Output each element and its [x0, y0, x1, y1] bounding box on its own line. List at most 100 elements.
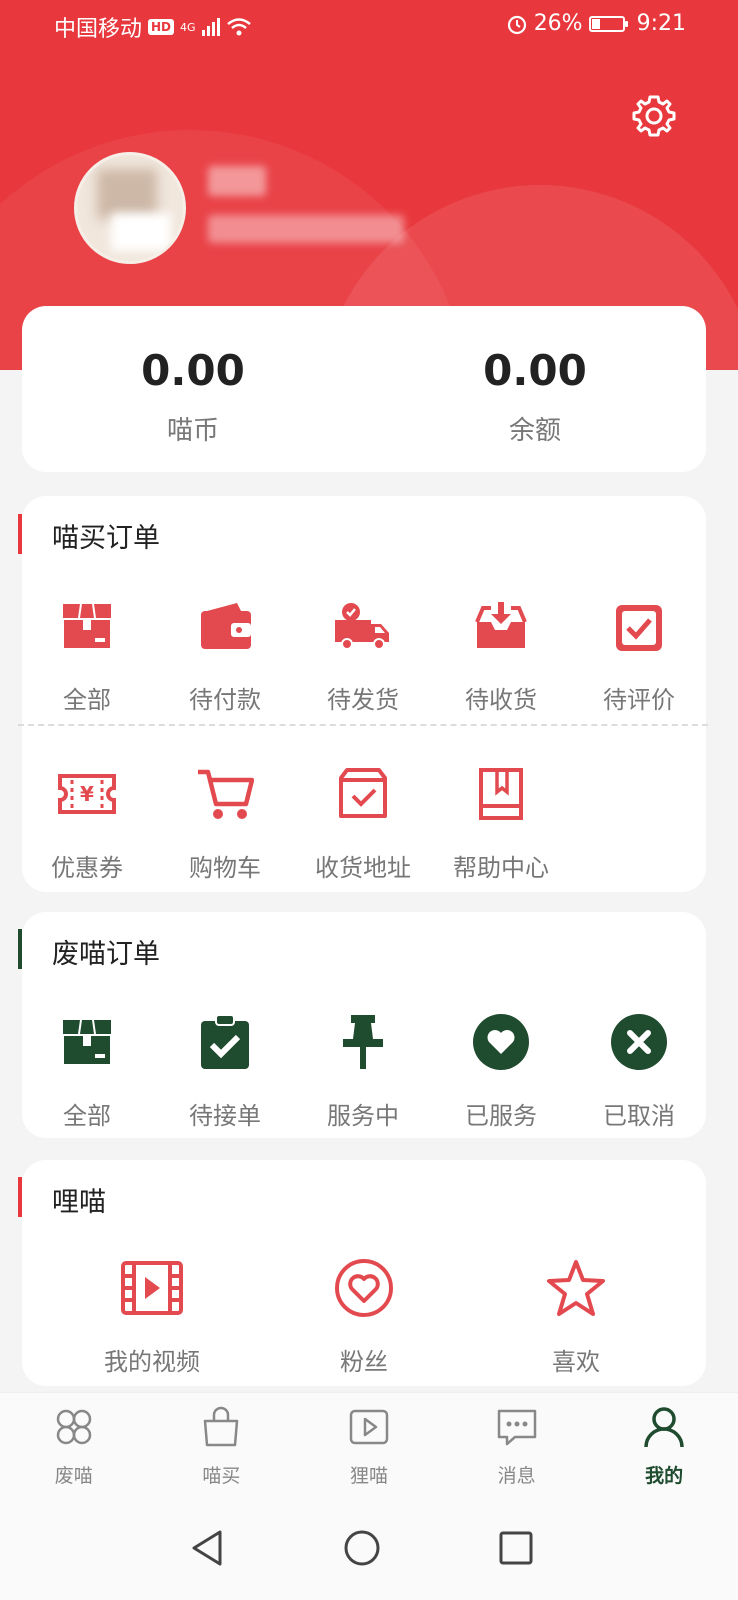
served-label: 已服务: [465, 1102, 537, 1130]
checkbox-icon: [616, 605, 662, 651]
balance-label: 余额: [508, 416, 561, 446]
heart-circle-icon: [473, 1014, 529, 1070]
cart-icon: [198, 769, 254, 819]
cancelled-label: 已取消: [603, 1102, 675, 1130]
address-button[interactable]: 收货地址: [294, 762, 432, 883]
feimiao-all-button[interactable]: 全部: [18, 1010, 156, 1131]
pending-review-button[interactable]: 待评价: [570, 594, 708, 715]
box-icon: [63, 603, 111, 648]
recents-icon[interactable]: [494, 1526, 538, 1570]
feimiao-orders-title: 废喵订单: [52, 939, 160, 970]
tab-mine[interactable]: 我的: [590, 1393, 738, 1498]
alarm-icon: [507, 15, 526, 34]
cancelled-button[interactable]: 已取消: [570, 1010, 708, 1131]
tab-messages-label: 消息: [497, 1465, 536, 1487]
help-center-button[interactable]: 帮助中心: [432, 762, 570, 883]
hd-badge: HD: [148, 19, 175, 35]
coupon-icon: ¥: [58, 774, 116, 814]
in-service-button[interactable]: 服务中: [294, 1010, 432, 1131]
pending-shipment-button[interactable]: 待发货: [294, 594, 432, 715]
video-play-icon: [349, 1409, 389, 1445]
clipboard-check-icon: [201, 1014, 249, 1069]
signal-icon: [201, 18, 220, 36]
carrier-label: 中国移动: [54, 17, 143, 42]
balance-amount[interactable]: 0.00 余额: [364, 306, 706, 472]
heart-outline-circle-icon: [335, 1259, 393, 1317]
order-all-button[interactable]: 全部: [18, 594, 156, 715]
feimiao-all-label: 全部: [63, 1102, 111, 1130]
battery-percent: 26%: [533, 11, 583, 36]
film-icon: [121, 1261, 183, 1315]
coupon-button[interactable]: ¥ 优惠券: [18, 762, 156, 883]
clover-icon: [56, 1409, 92, 1445]
section-accent-bar: [18, 514, 22, 554]
pending-payment-label: 待付款: [189, 686, 261, 714]
network-type: 4G: [180, 20, 196, 34]
miao-coin-balance[interactable]: 0.00 喵币: [22, 306, 364, 472]
x-circle-icon: [611, 1014, 667, 1070]
balance-value: 0.00: [483, 346, 587, 395]
pending-review-label: 待评价: [603, 686, 675, 714]
address-label: 收货地址: [315, 854, 411, 882]
star-icon: [547, 1260, 605, 1316]
tab-limiao[interactable]: 狸喵: [295, 1393, 443, 1498]
tab-miaomai[interactable]: 喵买: [148, 1393, 296, 1498]
pending-shipment-label: 待发货: [327, 686, 399, 714]
box-icon: [63, 1019, 111, 1064]
settings-gear-icon[interactable]: [630, 92, 678, 140]
in-service-label: 服务中: [327, 1102, 399, 1130]
tab-mine-label: 我的: [645, 1465, 684, 1487]
pending-receipt-label: 待收货: [465, 686, 537, 714]
tab-feimiao-label: 废喵: [54, 1465, 93, 1487]
my-videos-button[interactable]: 我的视频: [46, 1256, 258, 1377]
miao-coin-value: 0.00: [141, 346, 245, 395]
divider: [18, 724, 708, 726]
limiao-title: 哩喵: [52, 1187, 106, 1218]
avatar[interactable]: [74, 152, 186, 264]
likes-label: 喜欢: [552, 1348, 600, 1376]
user-name-redacted: [208, 166, 266, 196]
person-icon: [644, 1407, 684, 1448]
pending-payment-button[interactable]: 待付款: [156, 594, 294, 715]
tab-miaomai-label: 喵买: [202, 1465, 241, 1487]
awaiting-accept-label: 待接单: [189, 1102, 261, 1130]
shopping-cart-button[interactable]: 购物车: [156, 762, 294, 883]
my-videos-label: 我的视频: [104, 1348, 200, 1376]
help-center-label: 帮助中心: [453, 854, 549, 882]
miaomai-orders-title: 喵买订单: [52, 523, 160, 554]
fans-button[interactable]: 粉丝: [258, 1256, 470, 1377]
order-all-label: 全部: [63, 686, 111, 714]
shopping-cart-label: 购物车: [189, 854, 261, 882]
wallet-icon: [201, 603, 251, 649]
status-bar: 中国移动 HD 4G 26% 9:21: [0, 0, 738, 50]
fans-label: 粉丝: [340, 1348, 388, 1376]
served-button[interactable]: 已服务: [432, 1010, 570, 1131]
tab-feimiao[interactable]: 废喵: [0, 1393, 148, 1498]
shopping-bag-icon: [204, 1406, 239, 1447]
svg-text:¥: ¥: [80, 782, 94, 806]
coupon-label: 优惠券: [51, 854, 123, 882]
section-accent-bar: [18, 929, 22, 969]
clock: 9:21: [636, 11, 686, 36]
book-icon: [479, 768, 523, 820]
address-box-icon: [339, 768, 387, 818]
feimiao-order-status-row: 全部 待接单 服务中 已服务 已取消: [18, 1010, 708, 1131]
home-icon[interactable]: [340, 1526, 384, 1570]
limiao-row: 我的视频 粉丝 喜欢: [46, 1256, 682, 1377]
truck-icon: [335, 603, 389, 650]
chat-icon: [497, 1409, 536, 1446]
pending-receipt-button[interactable]: 待收货: [432, 594, 570, 715]
tab-messages[interactable]: 消息: [443, 1393, 591, 1498]
tab-limiao-label: 狸喵: [349, 1465, 388, 1487]
section-accent-bar: [18, 1177, 22, 1217]
inbox-download-icon: [475, 602, 527, 648]
back-icon[interactable]: [186, 1526, 230, 1570]
awaiting-accept-button[interactable]: 待接单: [156, 1010, 294, 1131]
system-nav-bar: [0, 1498, 738, 1600]
pin-icon: [343, 1015, 383, 1069]
likes-button[interactable]: 喜欢: [470, 1256, 682, 1377]
battery-icon: [588, 15, 628, 32]
miao-coin-label: 喵币: [166, 416, 219, 446]
miaomai-order-status-row: 全部 待付款 待发货 待收货 待评价: [18, 594, 708, 715]
miaomai-tools-row: ¥ 优惠券 购物车 收货地址 帮助中心: [18, 762, 708, 883]
